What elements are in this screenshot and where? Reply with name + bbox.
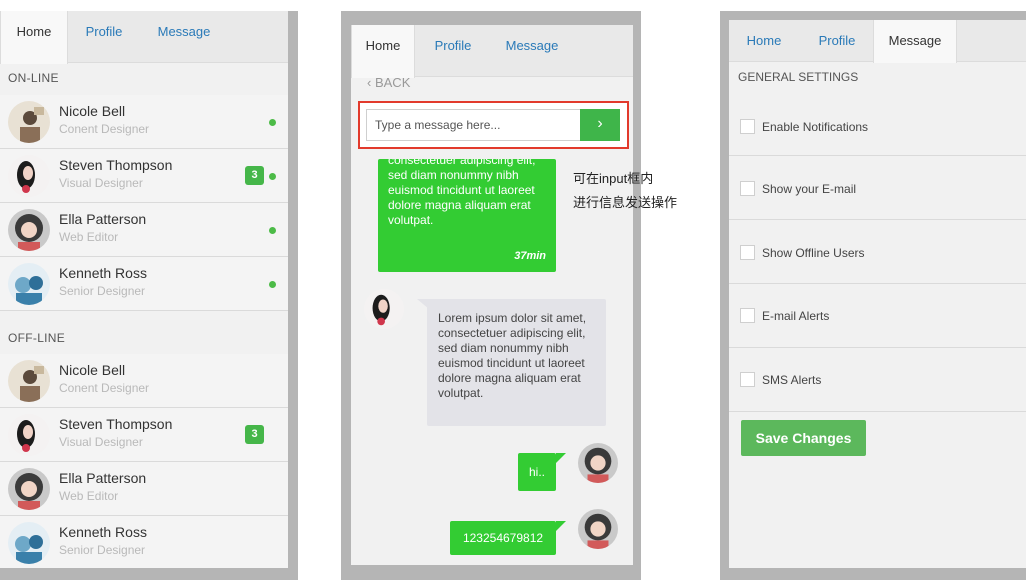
- annotation-line: 可在input框内: [573, 171, 654, 186]
- contact-role: Senior Designer: [59, 543, 146, 557]
- contact-row[interactable]: Ella Patterson Web Editor: [0, 203, 288, 257]
- contact-name: Ella Patterson: [59, 211, 147, 227]
- tab-bar: Home Profile Message: [351, 25, 633, 78]
- contact-name: Nicole Bell: [59, 362, 126, 378]
- contact-row[interactable]: Steven Thompson Visual Designer 3: [0, 408, 288, 462]
- message-text: consectetuer adipiscing elit, sed diam n…: [388, 159, 536, 227]
- setting-row: Enable Notifications: [729, 92, 1026, 156]
- contact-row[interactable]: Ella Patterson Web Editor: [0, 462, 288, 516]
- chevron-right-icon: ›: [597, 115, 603, 132]
- online-status-dot: [269, 227, 276, 234]
- contact-name: Nicole Bell: [59, 103, 126, 119]
- tab-home[interactable]: Home: [351, 25, 415, 78]
- contact-row[interactable]: Nicole Bell Conent Designer: [0, 354, 288, 408]
- contact-name: Kenneth Ross: [59, 265, 147, 281]
- tab-bar: Home Profile Message: [729, 20, 1026, 63]
- show-email-checkbox[interactable]: [740, 181, 755, 196]
- message-text: Lorem ipsum dolor sit amet, consectetuer…: [438, 311, 587, 400]
- message-bubble-received: Lorem ipsum dolor sit amet, consectetuer…: [427, 299, 606, 426]
- annotation-line: 进行信息发送操作: [573, 195, 678, 210]
- contact-role: Web Editor: [59, 489, 119, 503]
- contact-row[interactable]: Kenneth Ross Senior Designer: [0, 516, 288, 568]
- avatar: [8, 101, 50, 143]
- message-text: hi..: [528, 465, 545, 479]
- tab-home[interactable]: Home: [737, 20, 791, 62]
- tab-message[interactable]: Message: [148, 11, 220, 63]
- avatar: [8, 360, 50, 402]
- message-text: 123254679812: [462, 531, 544, 545]
- avatar: [8, 414, 50, 456]
- setting-label: Enable Notifications: [762, 120, 869, 134]
- contact-role: Senior Designer: [59, 284, 146, 298]
- enable-notifications-checkbox[interactable]: [740, 119, 755, 134]
- back-link[interactable]: ‹ BACK: [367, 75, 410, 90]
- setting-row: E-mail Alerts: [729, 284, 1026, 348]
- contact-name: Steven Thompson: [59, 416, 173, 432]
- message-bubble-sent: hi..: [518, 453, 556, 491]
- message-bubble-sent: 123254679812: [450, 521, 556, 555]
- tab-home[interactable]: Home: [0, 11, 68, 64]
- tab-bar: Home Profile Message: [0, 11, 288, 64]
- unread-badge: 3: [245, 166, 264, 185]
- tab-message[interactable]: Message: [873, 20, 957, 63]
- tab-profile[interactable]: Profile: [809, 20, 865, 62]
- contact-role: Conent Designer: [59, 381, 150, 395]
- online-section-title: ON-LINE: [8, 71, 59, 85]
- setting-label: Show Offline Users: [762, 246, 865, 260]
- setting-row: SMS Alerts: [729, 348, 1026, 412]
- contact-row[interactable]: Steven Thompson Visual Designer 3: [0, 149, 288, 203]
- tab-message[interactable]: Message: [497, 25, 567, 77]
- settings-heading: GENERAL SETTINGS: [738, 70, 859, 84]
- message-bubble-sent: consectetuer adipiscing elit, sed diam n…: [378, 159, 556, 272]
- avatar: [8, 209, 50, 251]
- setting-label: E-mail Alerts: [762, 309, 830, 323]
- email-alerts-checkbox[interactable]: [740, 308, 755, 323]
- avatar: [578, 443, 618, 483]
- show-offline-users-checkbox[interactable]: [740, 245, 755, 260]
- offline-section-title: OFF-LINE: [8, 331, 66, 345]
- message-input[interactable]: [366, 109, 580, 141]
- contact-role: Conent Designer: [59, 122, 150, 136]
- back-label: BACK: [374, 75, 411, 90]
- setting-label: Show your E-mail: [762, 182, 857, 196]
- contacts-panel: Home Profile Message ON-LINE Nicole Bell…: [0, 11, 288, 568]
- avatar: [8, 263, 50, 305]
- settings-panel: Home Profile Message GENERAL SETTINGS En…: [729, 20, 1026, 568]
- bubble-tail-icon: [556, 453, 566, 463]
- online-status-dot: [269, 281, 276, 288]
- contact-name: Steven Thompson: [59, 157, 173, 173]
- online-status-dot: [269, 173, 276, 180]
- avatar: [8, 522, 50, 564]
- contact-row[interactable]: Kenneth Ross Senior Designer: [0, 257, 288, 311]
- tab-profile[interactable]: Profile: [72, 11, 136, 63]
- contact-row[interactable]: Nicole Bell Conent Designer: [0, 95, 288, 149]
- avatar: [578, 509, 618, 549]
- contact-name: Ella Patterson: [59, 470, 147, 486]
- chevron-left-icon: ‹: [367, 75, 372, 90]
- setting-row: Show your E-mail: [729, 156, 1026, 220]
- contact-name: Kenneth Ross: [59, 524, 147, 540]
- avatar: [364, 289, 404, 329]
- message-input-highlight: ›: [358, 101, 629, 149]
- contact-role: Visual Designer: [59, 176, 143, 190]
- sms-alerts-checkbox[interactable]: [740, 372, 755, 387]
- avatar: [8, 468, 50, 510]
- save-changes-button[interactable]: Save Changes: [741, 420, 866, 456]
- send-button[interactable]: ›: [580, 109, 620, 141]
- contact-role: Web Editor: [59, 230, 119, 244]
- chat-panel: Home Profile Message ‹ BACK › consectetu…: [351, 25, 633, 565]
- bubble-tail-icon: [556, 521, 566, 531]
- contact-role: Visual Designer: [59, 435, 143, 449]
- message-time: 37min: [514, 250, 546, 262]
- avatar: [8, 155, 50, 197]
- online-status-dot: [269, 119, 276, 126]
- setting-row: Show Offline Users: [729, 220, 1026, 284]
- unread-badge: 3: [245, 425, 264, 444]
- setting-label: SMS Alerts: [762, 373, 822, 387]
- tab-profile[interactable]: Profile: [425, 25, 481, 77]
